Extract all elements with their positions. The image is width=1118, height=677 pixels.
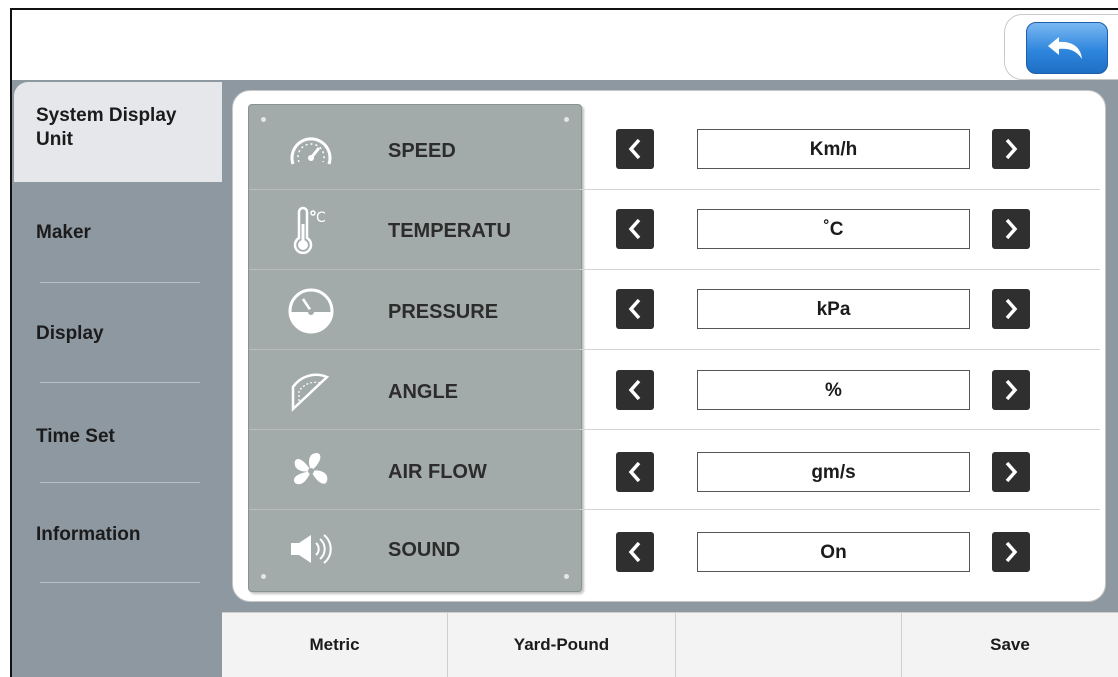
sidebar-item-maker[interactable]: Maker — [12, 222, 222, 244]
next-unit-button[interactable] — [992, 209, 1030, 249]
previous-unit-button[interactable] — [616, 532, 654, 572]
unit-control-sound: On — [580, 512, 1100, 592]
button-label: Metric — [309, 635, 360, 654]
chevron-left-icon — [628, 138, 641, 160]
thermometer-icon: C — [293, 206, 326, 255]
unit-row-speed: SPEED — [249, 110, 583, 190]
previous-unit-button[interactable] — [616, 370, 654, 410]
previous-unit-button[interactable] — [616, 209, 654, 249]
unit-value: Km/h — [697, 129, 970, 169]
row-divider — [249, 429, 583, 430]
sidebar-item-time-set[interactable]: Time Set — [12, 426, 222, 448]
speedometer-icon — [290, 137, 332, 165]
fan-icon — [293, 453, 328, 485]
button-label: Yard-Pound — [513, 635, 610, 654]
metric-button[interactable]: Metric — [222, 613, 448, 677]
row-divider — [580, 429, 1100, 430]
unit-row-angle: ANGLE — [249, 351, 583, 431]
speaker-icon — [291, 534, 332, 564]
bottom-action-bar: Metric Yard-Pound Save — [222, 612, 1118, 677]
sidebar-item-label: Maker — [36, 222, 91, 243]
unit-control-speed: Km/h — [580, 109, 1100, 189]
sidebar-item-information[interactable]: Information — [12, 524, 222, 546]
save-button[interactable]: Save — [902, 613, 1118, 677]
yard-pound-button[interactable]: Yard-Pound — [448, 613, 676, 677]
sidebar-divider — [40, 282, 200, 283]
unit-row-pressure: PRESSURE — [249, 271, 583, 351]
chevron-right-icon — [1005, 541, 1018, 563]
row-divider — [580, 509, 1100, 510]
protractor-icon — [291, 373, 330, 412]
chevron-left-icon — [628, 218, 641, 240]
sidebar-item-system-display-unit[interactable]: System Display Unit — [14, 82, 222, 182]
next-unit-button[interactable] — [992, 532, 1030, 572]
chevron-left-icon — [628, 461, 641, 483]
blank-button[interactable] — [676, 613, 902, 677]
unit-row-air-flow: AIR FLOW — [249, 431, 583, 511]
unit-control-angle: % — [580, 350, 1100, 430]
unit-value: On — [697, 532, 970, 572]
back-arrow-icon — [1048, 37, 1082, 59]
sidebar-item-label: Information — [36, 524, 141, 545]
unit-value: ˚C — [697, 209, 970, 249]
sidebar-item-label: Display — [36, 323, 104, 344]
unit-label-plate: SPEED C TEMPERATU PRESSURE ANGLE AIR FLO… — [248, 104, 583, 592]
chevron-left-icon — [628, 541, 641, 563]
back-button[interactable] — [1026, 22, 1108, 74]
sidebar-divider — [40, 382, 200, 383]
row-divider — [249, 349, 583, 350]
unit-control-pressure: kPa — [580, 269, 1100, 349]
chevron-left-icon — [628, 298, 641, 320]
sidebar: System Display Unit Maker Display Time S… — [12, 80, 222, 677]
chevron-right-icon — [1005, 379, 1018, 401]
unit-label: TEMPERATU — [388, 220, 511, 242]
unit-label: SOUND — [388, 539, 461, 561]
unit-value: gm/s — [697, 452, 970, 492]
sidebar-item-display[interactable]: Display — [12, 323, 222, 345]
sidebar-divider — [40, 482, 200, 483]
sidebar-item-label: System Display Unit — [36, 105, 177, 150]
unit-label: AIR FLOW — [388, 461, 487, 483]
unit-label: SPEED — [388, 140, 456, 162]
next-unit-button[interactable] — [992, 129, 1030, 169]
chevron-right-icon — [1005, 461, 1018, 483]
unit-label: PRESSURE — [388, 301, 499, 323]
previous-unit-button[interactable] — [616, 452, 654, 492]
next-unit-button[interactable] — [992, 370, 1030, 410]
next-unit-button[interactable] — [992, 452, 1030, 492]
unit-value: kPa — [697, 289, 970, 329]
next-unit-button[interactable] — [992, 289, 1030, 329]
chevron-left-icon — [628, 379, 641, 401]
unit-value: % — [697, 370, 970, 410]
button-label: Save — [990, 635, 1030, 654]
svg-text:C: C — [316, 210, 326, 226]
chevron-right-icon — [1005, 218, 1018, 240]
unit-label: ANGLE — [388, 381, 458, 403]
previous-unit-button[interactable] — [616, 289, 654, 329]
top-bar — [12, 10, 1118, 82]
chevron-right-icon — [1005, 138, 1018, 160]
unit-row-temperature: C TEMPERATU — [249, 190, 583, 270]
unit-control-air-flow: gm/s — [580, 432, 1100, 512]
chevron-right-icon — [1005, 298, 1018, 320]
sidebar-item-label: Time Set — [36, 426, 115, 447]
back-tab — [1004, 14, 1118, 80]
pressure-gauge-icon — [288, 288, 334, 334]
row-divider — [249, 269, 583, 270]
unit-row-sound: SOUND — [249, 509, 583, 589]
sidebar-divider — [40, 582, 200, 583]
previous-unit-button[interactable] — [616, 129, 654, 169]
unit-control-temperature: ˚C — [580, 189, 1100, 269]
